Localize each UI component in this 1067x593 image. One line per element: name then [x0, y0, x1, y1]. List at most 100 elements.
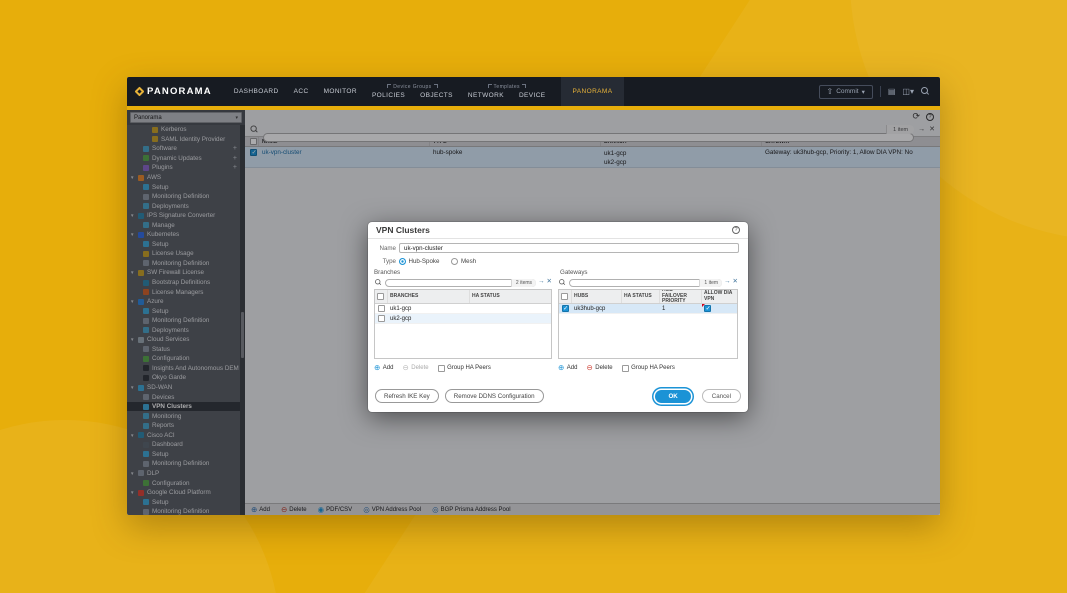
sidebar-item-monitoring-definition[interactable]: Monitoring Definition [127, 316, 240, 326]
next-page-arrow-icon[interactable]: → [724, 279, 731, 286]
next-page-arrow-icon[interactable]: → [918, 126, 925, 133]
sidebar-item-azure[interactable]: ▼Azure [127, 297, 240, 307]
cluster-name-link[interactable]: uk-vpn-cluster [262, 149, 302, 156]
vpn-address-pool-button[interactable]: ◎VPN Address Pool [363, 506, 421, 514]
tab-acc[interactable]: ACC [294, 88, 309, 95]
bgp-prisma-address-pool-button[interactable]: ◎BGP Prisma Address Pool [432, 506, 510, 514]
tasks-icon[interactable]: ▤ [888, 88, 896, 96]
ok-button[interactable]: OK [655, 390, 690, 403]
name-field[interactable] [399, 243, 739, 253]
delete-button[interactable]: ⊖ Delete [402, 364, 428, 372]
search-icon[interactable] [921, 87, 930, 96]
chevron-down-icon[interactable]: ▼ [130, 213, 135, 218]
table-row[interactable]: uk-vpn-cluster hub-spoke uk1-gcp uk2-gcp… [245, 147, 940, 168]
close-icon[interactable]: ✕ [733, 279, 738, 286]
pdf-csv-button[interactable]: ◉PDF/CSV [318, 506, 353, 514]
tab-policies[interactable]: POLICIES [372, 92, 405, 99]
sidebar-item-reports[interactable]: Reports [127, 421, 240, 431]
sidebar-item-okyo-garde[interactable]: Okyo Garde [127, 373, 240, 383]
tab-network[interactable]: NETWORK [468, 92, 504, 99]
sidebar-item-setup[interactable]: Setup [127, 450, 240, 460]
context-selector[interactable]: Panorama ▾ [130, 112, 242, 123]
add-button[interactable]: ⊕ Add [374, 364, 393, 372]
cancel-button[interactable]: Cancel [702, 389, 741, 403]
column-header-branches[interactable]: BRANCHES [388, 290, 470, 303]
sidebar-item-devices[interactable]: Devices [127, 392, 240, 402]
select-all-checkbox[interactable] [250, 138, 257, 145]
tab-dashboard[interactable]: DASHBOARD [234, 88, 279, 95]
close-icon[interactable]: ✕ [547, 279, 552, 286]
sidebar-item-monitoring[interactable]: Monitoring [127, 411, 240, 421]
row-checkbox[interactable] [562, 305, 569, 312]
add-button[interactable]: ⊕Add [251, 506, 270, 514]
sidebar-item-monitoring-definition[interactable]: Monitoring Definition [127, 459, 240, 469]
sidebar-item-license-managers[interactable]: License Managers [127, 287, 240, 297]
sidebar-item-monitoring-definition[interactable]: Monitoring Definition [127, 259, 240, 269]
allow-dia-vpn-checkbox[interactable] [704, 305, 711, 312]
table-search-input[interactable] [263, 133, 914, 142]
chevron-down-icon[interactable]: ▼ [130, 490, 135, 495]
sidebar-item-setup[interactable]: Setup [127, 240, 240, 250]
sidebar-item-saml-identity-provider[interactable]: SAML Identity Provider [127, 135, 240, 145]
gateway-row[interactable]: uk3hub-gcp 1 [559, 304, 737, 314]
expand-plus-icon[interactable]: + [233, 155, 237, 162]
remove-ddns-configuration-button[interactable]: Remove DDNS Configuration [445, 389, 544, 403]
sidebar-item-monitoring-definition[interactable]: Monitoring Definition [127, 192, 240, 202]
sidebar-item-kerberos[interactable]: Kerberos [127, 125, 240, 135]
sidebar-item-dlp[interactable]: ▼DLP [127, 469, 240, 479]
sidebar-item-dynamic-updates[interactable]: Dynamic Updates+ [127, 154, 240, 164]
add-button[interactable]: ⊕ Add [558, 364, 577, 372]
sidebar-item-dashboard[interactable]: Dashboard [127, 440, 240, 450]
sidebar-item-cisco-aci[interactable]: ▼Cisco ACI [127, 431, 240, 441]
branch-row[interactable]: uk1-gcp [375, 304, 551, 314]
chevron-down-icon[interactable]: ▼ [130, 471, 135, 476]
column-header-allow-dia-vpn[interactable]: ALLOW DIA VPN [702, 290, 737, 303]
group-ha-peers-checkbox[interactable]: Group HA Peers [622, 365, 675, 372]
sidebar-item-kubernetes[interactable]: ▼Kubernetes [127, 230, 240, 240]
sidebar-item-insights-and-autonomous-dem[interactable]: Insights And Autonomous DEM [127, 364, 240, 374]
branch-row[interactable]: uk2-gcp [375, 314, 551, 324]
save-config-icon[interactable]: ◫▾ [902, 88, 914, 96]
group-ha-peers-checkbox[interactable]: Group HA Peers [438, 365, 491, 372]
chevron-down-icon[interactable]: ▼ [130, 385, 135, 390]
row-checkbox[interactable] [250, 149, 257, 156]
expand-plus-icon[interactable]: + [233, 145, 237, 152]
commit-button[interactable]: ⇧ Commit ▾ [819, 85, 873, 99]
column-header-hubs[interactable]: HUBS [572, 290, 622, 303]
column-header-hub-failover-priority[interactable]: HUB FAILOVER PRIORITY [660, 290, 702, 303]
row-checkbox[interactable] [378, 315, 385, 322]
sidebar-item-license-usage[interactable]: License Usage [127, 249, 240, 259]
chevron-down-icon[interactable]: ▼ [130, 270, 135, 275]
sidebar-item-deployments[interactable]: Deployments [127, 325, 240, 335]
scrollbar-thumb[interactable] [241, 312, 244, 358]
select-all-checkbox[interactable] [377, 293, 384, 300]
chevron-down-icon[interactable]: ▼ [130, 232, 135, 237]
chevron-down-icon[interactable]: ▼ [130, 433, 135, 438]
sidebar-item-deployments[interactable]: Deployments [127, 201, 240, 211]
next-page-arrow-icon[interactable]: → [538, 279, 545, 286]
sidebar-item-configuration[interactable]: Configuration [127, 354, 240, 364]
sidebar-item-configuration[interactable]: Configuration [127, 478, 240, 488]
sidebar-item-setup[interactable]: Setup [127, 497, 240, 507]
column-header-ha-status[interactable]: HA STATUS [622, 290, 660, 303]
sidebar-item-manage[interactable]: Manage [127, 220, 240, 230]
refresh-icon[interactable]: ⟳ [912, 112, 920, 121]
sidebar-item-plugins[interactable]: Plugins+ [127, 163, 240, 173]
sidebar-item-google-cloud-platform[interactable]: ▼Google Cloud Platform [127, 488, 240, 498]
sidebar-item-sd-wan[interactable]: ▼SD-WAN [127, 383, 240, 393]
tab-device[interactable]: DEVICE [519, 92, 546, 99]
sidebar-item-sw-firewall-license[interactable]: ▼SW Firewall License [127, 268, 240, 278]
chevron-down-icon[interactable]: ▼ [130, 299, 135, 304]
refresh-ike-key-button[interactable]: Refresh IKE Key [375, 389, 439, 403]
sidebar-item-bootstrap-definitions[interactable]: Bootstrap Definitions [127, 278, 240, 288]
sidebar-item-setup[interactable]: Setup [127, 182, 240, 192]
select-all-checkbox[interactable] [561, 293, 568, 300]
delete-button[interactable]: ⊖ Delete [586, 364, 612, 372]
help-icon[interactable]: ? [926, 113, 934, 121]
tab-objects[interactable]: OBJECTS [420, 92, 453, 99]
chevron-down-icon[interactable]: ▼ [130, 175, 135, 180]
dialog-help-icon[interactable]: ? [732, 226, 740, 234]
sidebar-item-software[interactable]: Software+ [127, 144, 240, 154]
expand-plus-icon[interactable]: + [233, 164, 237, 171]
close-icon[interactable]: ✕ [929, 126, 935, 133]
